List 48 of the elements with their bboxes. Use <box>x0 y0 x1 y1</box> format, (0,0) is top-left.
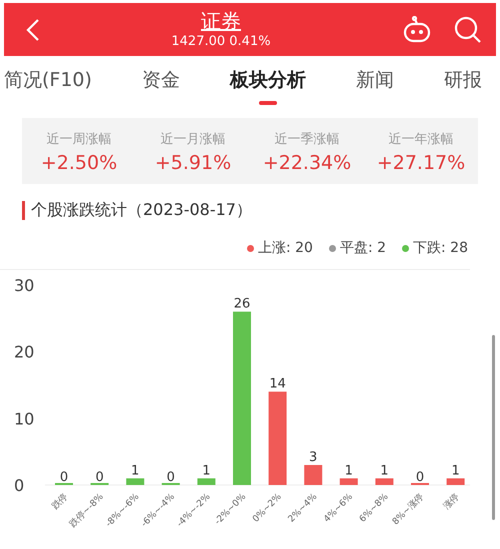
robot-icon[interactable] <box>402 16 432 44</box>
legend-label: 平盘: 2 <box>340 239 386 257</box>
bar <box>126 478 144 485</box>
legend-label: 上涨: 20 <box>258 239 313 257</box>
stat-label: 近一月涨幅 <box>160 131 226 148</box>
tab[interactable]: 研报 <box>436 57 490 105</box>
stat-value: +5.91% <box>154 152 232 174</box>
axis-label: 涨停 <box>442 492 462 512</box>
tab[interactable]: 板块分析 <box>222 57 314 105</box>
section-title: 个股涨跌统计（2023-08-17） <box>31 200 252 221</box>
data-label: 26 <box>234 296 250 312</box>
axis-label: 10 <box>14 409 34 428</box>
index-quote: 1427.00 0.41% <box>171 32 271 50</box>
stat-value: +2.50% <box>40 152 118 174</box>
page-title[interactable]: 证券 <box>200 8 241 32</box>
tab[interactable]: 新闻 <box>348 57 402 105</box>
search-icon[interactable] <box>454 16 482 44</box>
back-icon[interactable] <box>26 18 40 42</box>
axis-label: 跌停 <box>50 492 70 512</box>
data-label: 0 <box>416 470 424 485</box>
data-label: 1 <box>451 463 460 478</box>
stat-value: +27.17% <box>376 152 466 174</box>
data-label: 3 <box>309 450 318 465</box>
data-label: 0 <box>166 470 175 485</box>
stat-label: 近一周涨幅 <box>46 131 112 148</box>
legend-label: 下跌: 28 <box>413 239 468 257</box>
data-label: 0 <box>60 470 68 485</box>
axis-label: 20 <box>14 342 34 362</box>
data-label: 14 <box>269 376 286 392</box>
data-label: 1 <box>344 463 353 478</box>
scrollbar[interactable] <box>492 335 495 520</box>
data-label: 0 <box>95 470 104 485</box>
bar <box>304 465 322 485</box>
stat-label: 近一季涨幅 <box>274 131 340 148</box>
bar <box>197 478 216 485</box>
bar <box>375 478 394 485</box>
axis-label: 0 <box>14 476 24 495</box>
data-label: 1 <box>380 463 389 478</box>
stat-label: 近一年涨幅 <box>388 131 454 148</box>
bar <box>446 478 465 485</box>
section-marker <box>22 201 25 220</box>
stat-value: +22.34% <box>262 152 352 174</box>
bar <box>340 478 358 485</box>
axis-label: 30 <box>14 276 34 295</box>
tab[interactable]: 简况(F10) <box>0 57 100 105</box>
tab[interactable]: 资金 <box>134 57 188 105</box>
data-label: 1 <box>131 463 140 478</box>
data-label: 1 <box>202 463 211 478</box>
